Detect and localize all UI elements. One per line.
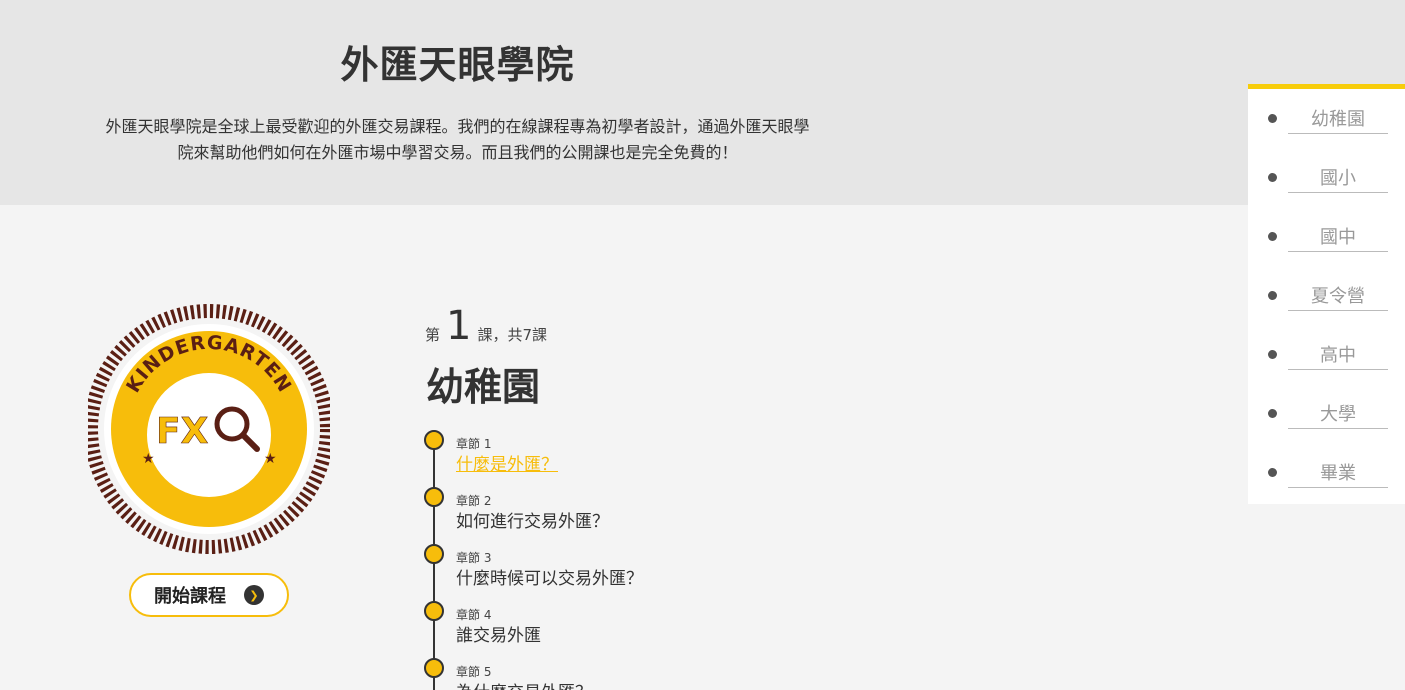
bullet-icon xyxy=(1268,291,1277,300)
nav-item-summer-camp[interactable]: 夏令營 xyxy=(1248,276,1405,316)
start-course-label: 開始課程 xyxy=(154,586,226,607)
chapter-title[interactable]: 什麼時候可以交易外匯？ xyxy=(456,564,643,589)
star-icon: ★ xyxy=(142,451,155,467)
timeline-dot xyxy=(424,430,444,450)
nav-item-label: 國中 xyxy=(1288,223,1388,252)
lesson-counter: 第 1 課，共7課 xyxy=(425,305,547,347)
bullet-icon xyxy=(1268,468,1277,477)
lesson-counter-prefix: 第 xyxy=(425,326,441,344)
lesson-counter-suffix: 課，共7課 xyxy=(477,326,548,344)
start-course-button[interactable]: 開始課程 ❯ xyxy=(129,573,289,617)
timeline-dot xyxy=(424,487,444,507)
timeline-dot xyxy=(424,658,444,678)
chapter-item-2: 章節 2 如何進行交易外匯？ xyxy=(423,487,823,537)
timeline-dot xyxy=(424,601,444,621)
nav-item-label: 高中 xyxy=(1288,341,1388,370)
nav-item-label: 國小 xyxy=(1288,164,1388,193)
chapter-item-5: 章節 5 為什麼交易外匯？ xyxy=(423,658,823,690)
lesson-number: 1 xyxy=(446,303,472,349)
hero-description: 外匯天眼學院是全球上最受歡迎的外匯交易課程。我們的在線課程專為初學者設計，通過外… xyxy=(55,114,860,166)
bullet-icon xyxy=(1268,232,1277,241)
nav-item-high-school[interactable]: 高中 xyxy=(1248,335,1405,375)
nav-item-kindergarten[interactable]: 幼稚園 xyxy=(1248,99,1405,139)
nav-item-label: 幼稚園 xyxy=(1288,105,1388,134)
bullet-icon xyxy=(1268,114,1277,123)
chapter-title[interactable]: 誰交易外匯 xyxy=(456,621,541,646)
bullet-icon xyxy=(1268,409,1277,418)
nav-item-elementary[interactable]: 國小 xyxy=(1248,158,1405,198)
course-title: 幼稚園 xyxy=(426,365,541,409)
star-icon: ★ xyxy=(264,451,277,467)
nav-item-label: 大學 xyxy=(1288,400,1388,429)
hero-banner: 外匯天眼學院 外匯天眼學院是全球上最受歡迎的外匯交易課程。我們的在線課程專為初學… xyxy=(0,0,1405,205)
nav-item-junior-high[interactable]: 國中 xyxy=(1248,217,1405,257)
badge-logo-text: FX xyxy=(156,411,209,452)
nav-item-label: 夏令營 xyxy=(1288,282,1388,311)
chapter-link[interactable]: 什麼是外匯？ xyxy=(456,450,558,475)
kindergarten-badge: KINDERGARTEN ★ ★ FX xyxy=(88,304,330,554)
course-level-nav: 幼稚園 國小 國中 夏令營 高中 大學 畢業 xyxy=(1248,84,1405,504)
nav-item-university[interactable]: 大學 xyxy=(1248,394,1405,434)
nav-item-label: 畢業 xyxy=(1288,459,1388,488)
chapter-timeline: 章節 1 什麼是外匯？ 章節 2 如何進行交易外匯？ 章節 3 什麼時候可以交易… xyxy=(423,430,823,690)
bullet-icon xyxy=(1268,173,1277,182)
hero-description-line-2: 院來幫助他們如何在外匯市場中學習交易。而且我們的公開課也是完全免費的！ xyxy=(177,143,738,162)
chapter-item-1: 章節 1 什麼是外匯？ xyxy=(423,430,823,480)
chapter-item-4: 章節 4 誰交易外匯 xyxy=(423,601,823,651)
hero-description-line-1: 外匯天眼學院是全球上最受歡迎的外匯交易課程。我們的在線課程專為初學者設計，通過外… xyxy=(105,117,810,136)
nav-item-graduation[interactable]: 畢業 xyxy=(1248,453,1405,493)
chapter-title[interactable]: 如何進行交易外匯？ xyxy=(456,507,609,532)
chevron-right-icon: ❯ xyxy=(244,585,264,605)
chapter-title[interactable]: 為什麼交易外匯？ xyxy=(456,678,592,690)
timeline-dot xyxy=(424,544,444,564)
page-title: 外匯天眼學院 xyxy=(340,43,575,87)
chapter-item-3: 章節 3 什麼時候可以交易外匯？ xyxy=(423,544,823,594)
bullet-icon xyxy=(1268,350,1277,359)
